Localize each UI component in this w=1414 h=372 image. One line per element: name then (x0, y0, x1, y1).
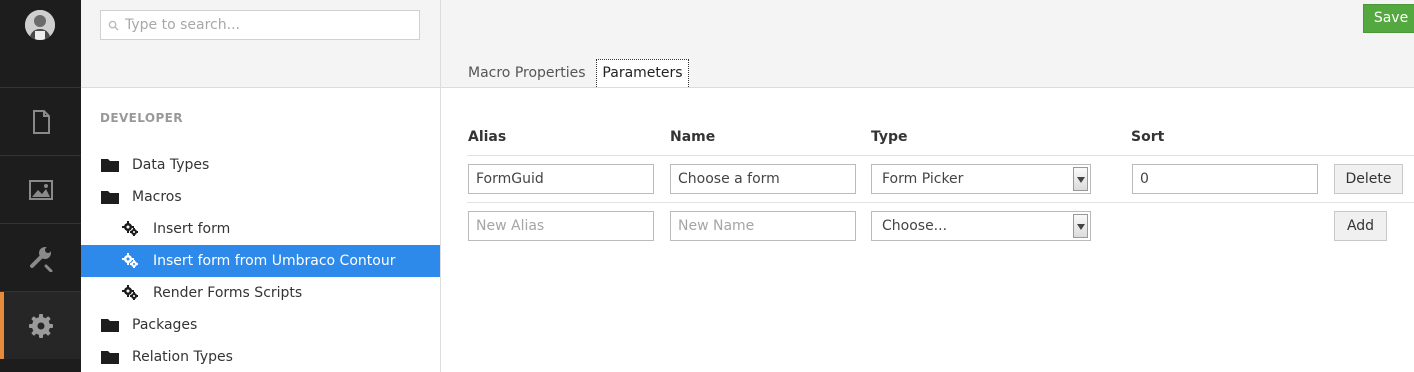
new-alias-field[interactable]: New Alias (468, 211, 654, 241)
tree-item-label: Insert form (153, 221, 231, 237)
tree-item-insert-form-contour[interactable]: Insert form from Umbraco Contour (81, 245, 440, 277)
tree-item-label: Insert form from Umbraco Contour (153, 253, 396, 269)
section-media[interactable] (0, 155, 81, 223)
search-box[interactable] (100, 10, 420, 40)
tree-item-label: Macros (132, 189, 182, 205)
editor-panel: Save Macro Properties Parameters Alias N… (441, 0, 1414, 372)
type-select-value: Form Picker (882, 171, 964, 187)
folder-icon (101, 159, 119, 172)
tab-macro-properties[interactable]: Macro Properties (468, 59, 588, 87)
type-select[interactable]: Form Picker (871, 164, 1091, 194)
chevron-down-icon (1077, 224, 1085, 230)
document-icon (32, 109, 50, 134)
new-name-field[interactable]: New Name (670, 211, 856, 241)
avatar-image (25, 10, 55, 40)
user-avatar[interactable] (25, 10, 55, 40)
column-header-name: Name (670, 129, 716, 145)
tree-item-insert-form[interactable]: Insert form (81, 213, 440, 245)
column-header-sort: Sort (1131, 129, 1165, 145)
tree-item-label: Data Types (132, 157, 210, 173)
column-header-type: Type (871, 129, 908, 145)
tree-item-label: Render Forms Scripts (153, 285, 303, 301)
wrench-icon (29, 246, 52, 272)
alias-field[interactable]: FormGuid (468, 164, 654, 194)
search-input[interactable] (125, 15, 411, 35)
section-settings[interactable] (0, 223, 81, 291)
tree-header (81, 0, 440, 88)
save-button[interactable]: Save (1363, 4, 1414, 33)
select-arrow (1073, 214, 1088, 238)
row-divider (467, 202, 1414, 203)
tree-item-label: Packages (132, 317, 198, 333)
tree-section-title: DEVELOPER (100, 111, 183, 125)
folder-icon (101, 351, 119, 364)
sort-field[interactable]: 0 (1132, 164, 1318, 194)
section-content[interactable] (0, 87, 81, 155)
tree-item-packages[interactable]: Packages (81, 309, 440, 341)
folder-icon (101, 191, 119, 204)
new-type-select-value: Choose... (882, 218, 948, 234)
add-button[interactable]: Add (1334, 211, 1387, 241)
new-type-select[interactable]: Choose... (871, 211, 1091, 241)
cogs-icon (122, 285, 138, 300)
name-field[interactable]: Choose a form (670, 164, 856, 194)
folder-icon (101, 319, 119, 332)
tree-panel: DEVELOPER Data Types Macros Insert form … (81, 0, 441, 372)
gear-icon (28, 313, 53, 338)
tree-item-render-forms-scripts[interactable]: Render Forms Scripts (81, 277, 440, 309)
chevron-down-icon (1077, 177, 1085, 183)
image-icon (28, 179, 53, 200)
editor-header: Save Macro Properties Parameters (441, 0, 1414, 88)
tree-item-label: Relation Types (132, 349, 233, 365)
tree-item-macros[interactable]: Macros (81, 181, 440, 213)
section-developer[interactable] (0, 291, 81, 359)
cogs-icon (122, 253, 138, 268)
section-rail (0, 0, 81, 372)
delete-button[interactable]: Delete (1334, 164, 1403, 194)
column-header-alias: Alias (468, 129, 507, 145)
cogs-icon (122, 221, 138, 236)
tree-item-data-types[interactable]: Data Types (81, 149, 440, 181)
search-icon (108, 20, 119, 31)
select-arrow (1073, 167, 1088, 191)
tab-parameters[interactable]: Parameters (596, 59, 689, 87)
header-divider (467, 155, 1414, 156)
tree-item-relation-types[interactable]: Relation Types (81, 341, 440, 372)
